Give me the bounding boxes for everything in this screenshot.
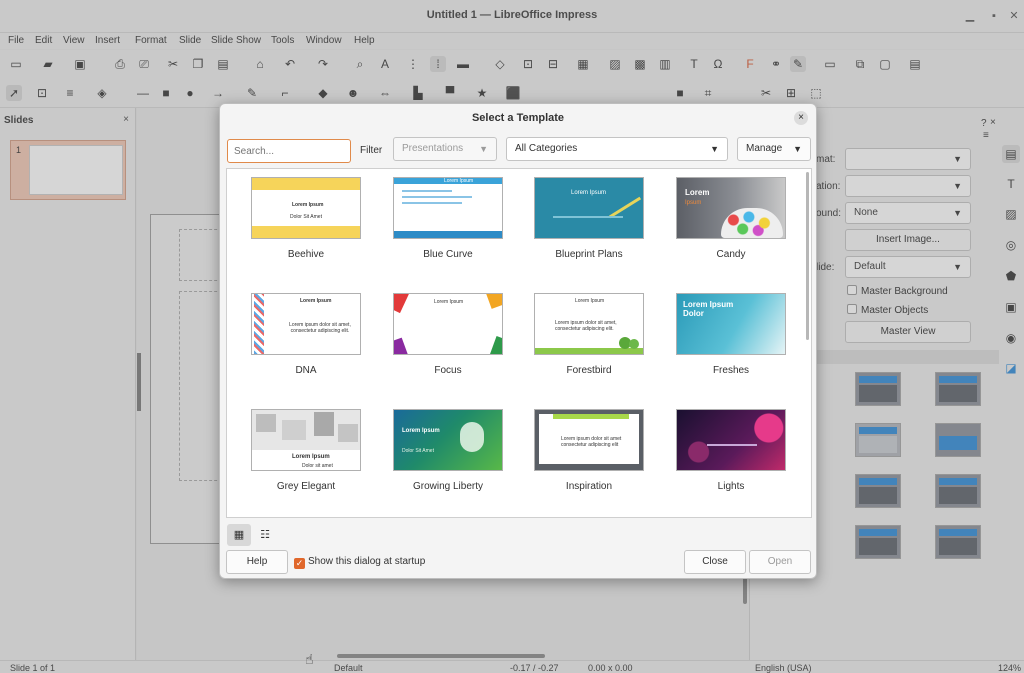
blueprint-plans-thumbnail: Lorem Ipsum [534,177,644,239]
template-focus[interactable]: Lorem Ipsum Focus [383,287,513,387]
lights-thumbnail [676,409,786,471]
template-grid: Lorem Ipsum Dolor Sit Amet Beehive Lorem… [226,168,812,518]
template-label: Blue Curve [423,249,473,260]
filter-value: Presentations [402,143,464,154]
manage-button[interactable]: Manage ▼ [737,137,811,161]
show-at-startup-label: Show this dialog at startup [308,556,426,567]
template-dna[interactable]: Lorem Ipsum Lorem ipsum dolor sit amet, … [241,287,371,387]
template-growing-liberty[interactable]: Lorem Ipsum Dolor Sit Amet Growing Liber… [383,403,513,503]
dialog-close-icon[interactable]: × [794,111,808,125]
focus-thumbnail: Lorem Ipsum [393,293,503,355]
template-blueprint-plans[interactable]: Lorem Ipsum Blueprint Plans [524,171,654,271]
open-button[interactable]: Open [749,550,811,574]
template-label: Beehive [287,249,325,260]
template-label: Lights [717,481,745,492]
checkbox-checked-icon: ✓ [294,558,305,569]
template-forestbird[interactable]: Lorem Ipsum Lorem ipsum dolor sit amet, … [524,287,654,387]
inspiration-thumbnail: Lorem ipsum dolor sit amet consectetur a… [534,409,644,471]
dialog-title: Select a Template [471,112,565,124]
show-at-startup-checkbox[interactable]: ✓ Show this dialog at startup [294,556,425,569]
freshes-thumbnail: Lorem Ipsum Dolor [676,293,786,355]
template-grey-elegant[interactable]: Lorem Ipsum Dolor sit amet Grey Elegant [241,403,371,503]
filter-label: Filter [360,145,383,156]
category-value: All Categories [515,143,578,154]
template-blue-curve[interactable]: Lorem Ipsum Blue Curve [383,171,513,271]
manage-label: Manage [746,143,783,154]
template-label: Candy [716,249,746,260]
template-label: Freshes [712,365,750,376]
template-label: DNA [295,365,317,376]
category-dropdown[interactable]: All Categories ▼ [506,137,728,161]
template-label: Grey Elegant [276,481,336,492]
template-inspiration[interactable]: Lorem ipsum dolor sit amet consectetur a… [524,403,654,503]
growing-liberty-thumbnail: Lorem Ipsum Dolor Sit Amet [393,409,503,471]
template-label: Growing Liberty [412,481,484,492]
template-candy[interactable]: Lorem Ipsum Candy [666,171,796,271]
template-label: Forestbird [566,365,612,376]
blue-curve-thumbnail: Lorem Ipsum [393,177,503,239]
close-button[interactable]: Close [684,550,746,574]
beehive-thumbnail: Lorem Ipsum Dolor Sit Amet [251,177,361,239]
select-template-dialog: Select a Template × Filter Presentations… [219,103,817,579]
template-label: Blueprint Plans [555,249,623,260]
dna-thumbnail: Lorem Ipsum Lorem ipsum dolor sit amet, … [251,293,361,355]
template-scrollbar[interactable] [806,172,809,340]
template-search-input[interactable] [227,139,351,163]
thumbnail-view-icon[interactable]: ▦ [227,524,251,546]
candy-thumbnail: Lorem Ipsum [676,177,786,239]
grey-elegant-thumbnail: Lorem Ipsum Dolor sit amet [251,409,361,471]
template-lights[interactable]: Lights [666,403,796,503]
template-freshes[interactable]: Lorem Ipsum Dolor Freshes [666,287,796,387]
list-view-icon[interactable]: ☷ [253,524,277,546]
template-label: Focus [434,365,462,376]
filter-dropdown[interactable]: Presentations ▼ [393,137,497,161]
help-button[interactable]: Help [226,550,288,574]
template-beehive[interactable]: Lorem Ipsum Dolor Sit Amet Beehive [241,171,371,271]
template-label: Inspiration [565,481,613,492]
forestbird-thumbnail: Lorem Ipsum Lorem ipsum dolor sit amet, … [534,293,644,355]
mouse-pointer-icon: ☝ [305,651,314,667]
